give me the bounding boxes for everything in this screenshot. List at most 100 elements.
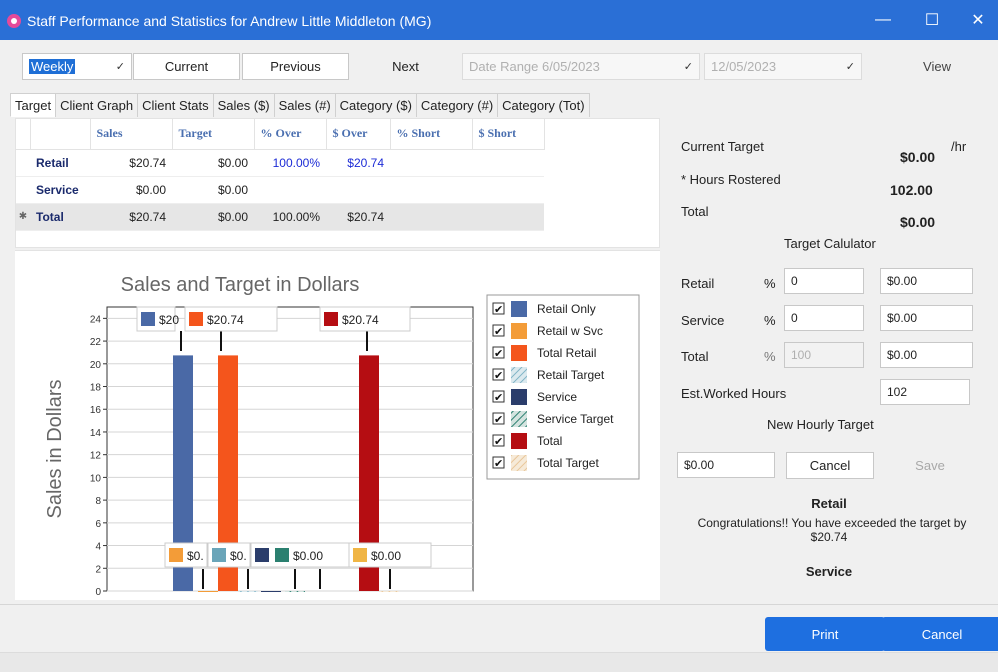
- y-tick-label: 20: [90, 360, 102, 371]
- data-label: $0.: [187, 549, 204, 563]
- target-cancel-button[interactable]: Cancel: [786, 452, 874, 479]
- print-button[interactable]: Print: [765, 617, 885, 651]
- y-tick-label: 18: [90, 383, 102, 394]
- data-label: $0.00: [293, 549, 323, 563]
- column-header-usd-short[interactable]: $ Short: [472, 119, 545, 150]
- retail-pct-input[interactable]: 0: [784, 268, 864, 294]
- tab-target[interactable]: Target: [10, 93, 57, 117]
- total-row-label: Total: [681, 349, 709, 364]
- y-tick-label: 10: [90, 473, 102, 484]
- maximize-button[interactable]: ☐: [910, 0, 954, 40]
- current-target-value: $0.00: [900, 149, 936, 165]
- cell-target: $0.00: [172, 176, 254, 204]
- target-panel: Current Target /hr $0.00 * Hours Rostere…: [668, 118, 990, 601]
- est-hours-input[interactable]: 102: [880, 379, 970, 405]
- legend-label: Retail w Svc: [537, 324, 603, 338]
- legend-label: Retail Only: [537, 302, 596, 316]
- data-label-swatch: [141, 312, 155, 326]
- row-label: Retail: [30, 149, 90, 177]
- date-to-picker[interactable]: 12/05/2023 ✓: [704, 53, 862, 80]
- legend-label: Service: [537, 390, 577, 404]
- tab-category-total[interactable]: Category (Tot): [497, 93, 590, 117]
- column-header-pct-over[interactable]: % Over: [254, 119, 327, 150]
- chevron-down-icon: ✓: [115, 61, 125, 73]
- chevron-down-icon: ✓: [683, 61, 693, 73]
- hours-rostered-label: * Hours Rostered: [681, 172, 781, 187]
- y-tick-label: 16: [90, 405, 102, 416]
- cancel-button[interactable]: Cancel: [882, 617, 998, 651]
- new-row-marker-icon: ✱: [16, 203, 30, 231]
- cell-sales: $20.74: [90, 149, 172, 177]
- date-from-picker[interactable]: Date Range 6/05/2023 ✓: [462, 53, 700, 80]
- cell-pct-over: 100.00%: [254, 203, 326, 231]
- check-icon: ✔: [494, 457, 503, 470]
- retail-value-input[interactable]: $0.00: [880, 268, 973, 294]
- data-label-swatch: [255, 548, 269, 562]
- table-row[interactable]: Service $0.00 $0.00: [16, 176, 544, 204]
- column-header-pct-short[interactable]: % Short: [390, 119, 473, 150]
- tab-category-count[interactable]: Category (#): [415, 93, 499, 117]
- bar-total-target: [379, 591, 399, 592]
- data-label-swatch: [169, 548, 183, 562]
- cell-sales: $20.74: [90, 203, 172, 231]
- data-label: $20.74: [342, 313, 379, 327]
- cell-usd-over: [326, 176, 390, 204]
- tab-category-dollars[interactable]: Category ($): [334, 93, 417, 117]
- total-value-input[interactable]: $0.00: [880, 342, 973, 368]
- data-label-swatch: [189, 312, 203, 326]
- grid-header-row: Sales Target % Over $ Over % Short $ Sho…: [16, 119, 545, 150]
- legend-swatch: [511, 323, 527, 339]
- cell-usd-over: $20.74: [326, 203, 390, 231]
- cell-sales: $0.00: [90, 176, 172, 204]
- cell-pct-short: [390, 176, 472, 204]
- column-header-usd-over[interactable]: $ Over: [326, 119, 391, 150]
- column-header-target[interactable]: Target: [172, 119, 255, 150]
- period-select[interactable]: Weekly ✓: [22, 53, 132, 80]
- chart-title: Sales and Target in Dollars: [121, 274, 360, 296]
- legend-label: Retail Target: [537, 368, 605, 382]
- row-label: Service: [30, 176, 90, 204]
- data-label: $0.00: [371, 549, 401, 563]
- tab-client-stats[interactable]: Client Stats: [137, 93, 214, 117]
- minimize-button[interactable]: —: [861, 0, 905, 40]
- current-button[interactable]: Current: [133, 53, 240, 80]
- y-axis-label: Sales in Dollars: [44, 380, 66, 519]
- service-value-input[interactable]: $0.00: [880, 305, 973, 331]
- next-button[interactable]: Next: [352, 53, 459, 80]
- total-target-label: Total: [681, 204, 709, 219]
- check-icon: ✔: [494, 391, 503, 404]
- bar-service-target: [285, 591, 305, 592]
- service-heading: Service: [805, 564, 853, 579]
- calculator-title: Target Calulator: [784, 236, 876, 251]
- window-title: Staff Performance and Statistics for And…: [27, 13, 432, 29]
- target-save-button[interactable]: Save: [886, 452, 974, 479]
- table-row-total[interactable]: ✱ Total $20.74 $0.00 100.00% $20.74: [16, 203, 544, 231]
- legend-swatch: [511, 433, 527, 449]
- close-button[interactable]: ✕: [956, 0, 998, 40]
- target-grid[interactable]: Sales Target % Over $ Over % Short $ Sho…: [15, 118, 660, 248]
- column-header-sales[interactable]: Sales: [90, 119, 173, 150]
- tab-sales-count[interactable]: Sales (#): [273, 93, 336, 117]
- row-indicator-header: [16, 119, 31, 150]
- new-target-input[interactable]: $0.00: [677, 452, 775, 478]
- y-tick-label: 12: [90, 451, 102, 462]
- previous-button[interactable]: Previous: [242, 53, 349, 80]
- data-label: $20.74: [207, 313, 244, 327]
- tab-sales-dollars[interactable]: Sales ($): [212, 93, 275, 117]
- y-tick-label: 0: [95, 587, 101, 598]
- percent-sign: %: [764, 276, 776, 291]
- view-button[interactable]: View: [880, 53, 994, 80]
- y-tick-label: 8: [95, 496, 101, 507]
- data-label-swatch: [353, 548, 367, 562]
- row-label-header: [30, 119, 91, 150]
- service-pct-input[interactable]: 0: [784, 305, 864, 331]
- y-tick-label: 6: [95, 519, 101, 530]
- tab-client-graph[interactable]: Client Graph: [55, 93, 139, 117]
- date-to-value: 12/05/2023: [711, 59, 777, 74]
- table-row[interactable]: Retail $20.74 $0.00 100.00% $20.74: [16, 149, 544, 177]
- y-tick-label: 4: [95, 542, 101, 553]
- data-label-swatch: [212, 548, 226, 562]
- chevron-down-icon: ✓: [845, 61, 855, 73]
- new-hourly-target-label: New Hourly Target: [767, 417, 874, 432]
- data-label-swatch: [324, 312, 338, 326]
